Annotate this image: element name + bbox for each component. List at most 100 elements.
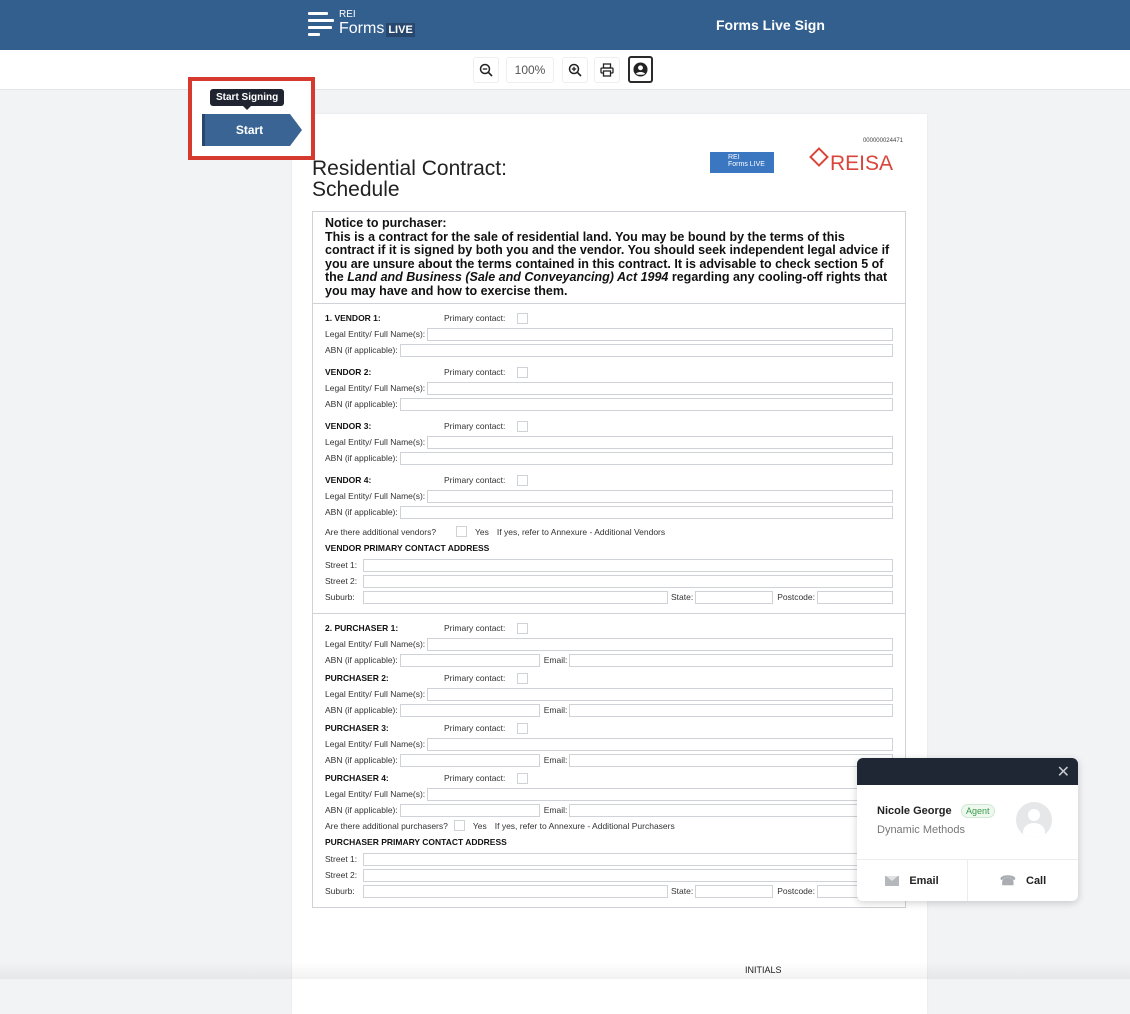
notice-body: This is a contract for the sale of resid…: [325, 229, 890, 298]
street-1-field[interactable]: [363, 558, 893, 572]
zoom-level: 100%: [514, 63, 546, 77]
postcode-field[interactable]: [817, 590, 893, 604]
forms-live-logo: REI Forms LIVE: [308, 10, 415, 38]
phone-icon: ☎: [999, 872, 1016, 888]
email-agent-button[interactable]: Email: [857, 860, 967, 901]
primary-contact-checkbox[interactable]: [517, 474, 529, 486]
primary-contact-checkbox[interactable]: [517, 722, 529, 734]
street-2-field[interactable]: [363, 574, 893, 588]
legal-entity-field[interactable]: [427, 737, 893, 751]
suburb-field[interactable]: [363, 884, 668, 898]
primary-contact-checkbox[interactable]: [517, 622, 529, 634]
party-heading: PURCHASER 4:: [325, 773, 389, 783]
top-bar: REI Forms LIVE Forms Live Sign: [0, 0, 1130, 50]
legal-entity-field[interactable]: [427, 327, 893, 341]
abn-field[interactable]: [399, 505, 893, 519]
state-field[interactable]: [695, 884, 774, 898]
primary-contact-checkbox[interactable]: [517, 772, 529, 784]
primary-contact-checkbox[interactable]: [517, 366, 529, 378]
abn-field[interactable]: [399, 343, 893, 357]
zoom-level-field[interactable]: 100%: [506, 57, 554, 83]
start-signing-tooltip: Start Signing: [210, 89, 285, 110]
purchaser-4-block: PURCHASER 4: Primary contact: Legal Entity…: [325, 770, 893, 818]
start-signing-button[interactable]: Start: [202, 114, 302, 146]
email-field[interactable]: [569, 753, 893, 767]
email-field[interactable]: [569, 703, 893, 717]
vendor-address-title: VENDOR PRIMARY CONTACT ADDRESS: [325, 543, 490, 553]
zoom-in-button[interactable]: [562, 57, 588, 83]
street-2-field[interactable]: [363, 868, 893, 882]
legal-entity-field[interactable]: [427, 787, 893, 801]
print-button[interactable]: [594, 57, 620, 83]
purchaser-2-block: PURCHASER 2: Primary contact: Legal Entity…: [325, 670, 893, 718]
abn-field[interactable]: [399, 703, 540, 717]
primary-contact-checkbox[interactable]: [517, 672, 529, 684]
abn-field[interactable]: [399, 753, 540, 767]
close-icon[interactable]: ✕: [1057, 762, 1070, 782]
state-field[interactable]: [695, 590, 774, 604]
agent-contact-card: ✕ Nicole George Agent Dynamic Methods Em…: [857, 758, 1078, 901]
legal-entity-field[interactable]: [427, 687, 893, 701]
abn-field[interactable]: [399, 653, 540, 667]
additional-purchasers-row: Are there additional purchasers? Yes If …: [325, 820, 675, 831]
suburb-field[interactable]: [363, 590, 668, 604]
purchaser-address-fields: Street 1: Street 2: Suburb: State: Postcode:: [325, 851, 893, 899]
mini-logo-forms: Forms LIVE: [728, 161, 765, 168]
legal-entity-field[interactable]: [427, 489, 893, 503]
contract-form: Notice to purchaser: This is a contract …: [312, 211, 906, 908]
title-line-1: Residential Contract:: [312, 157, 507, 180]
abn-field[interactable]: [399, 803, 540, 817]
reisa-diamond-icon: [809, 147, 829, 167]
zoom-out-icon: [479, 63, 493, 77]
app-title: Forms Live Sign: [716, 17, 825, 33]
bottom-shadow: [0, 962, 1130, 979]
email-field[interactable]: [569, 803, 893, 817]
brand-forms: Forms: [339, 20, 385, 37]
vendor-3-block: VENDOR 3: Primary contact: Legal Entity/ F…: [325, 418, 893, 466]
zoom-out-button[interactable]: [473, 57, 499, 83]
party-heading: PURCHASER 2:: [325, 673, 389, 683]
legal-entity-field[interactable]: [427, 637, 893, 651]
forms-live-mini-logo: REI Forms LIVE: [710, 152, 774, 173]
brand-rei: REI: [339, 9, 356, 20]
abn-field[interactable]: [399, 397, 893, 411]
additional-vendors-checkbox[interactable]: [456, 526, 468, 537]
vendor-2-block: VENDOR 2: Primary contact: Legal Entity/ F…: [325, 364, 893, 412]
purchaser-1-block: 2. PURCHASER 1: Primary contact: Legal Ent…: [325, 620, 893, 668]
vendor-section: 1. VENDOR 1: Primary contact: Legal Entity…: [313, 304, 905, 613]
printer-icon: [600, 63, 614, 77]
party-heading: VENDOR 3:: [325, 421, 372, 431]
party-heading: PURCHASER 3:: [325, 723, 389, 733]
brand-live: LIVE: [386, 23, 415, 37]
document-title: Residential Contract: Schedule: [312, 158, 507, 200]
avatar: [1016, 802, 1052, 838]
document-number: 000000024471: [862, 138, 903, 144]
party-heading: 1. VENDOR 1:: [325, 313, 381, 323]
legal-entity-field[interactable]: [427, 381, 893, 395]
menu-lines-icon: [308, 10, 334, 38]
party-heading: VENDOR 2:: [325, 367, 372, 377]
vendor-1-block: 1. VENDOR 1: Primary contact: Legal Entity…: [325, 310, 893, 358]
vendor-address-fields: Street 1: Street 2: Suburb: State: Postcode:: [325, 557, 893, 605]
party-heading: 2. PURCHASER 1:: [325, 623, 399, 633]
vendor-4-block: VENDOR 4: Primary contact: Legal Entity/ F…: [325, 472, 893, 520]
additional-purchasers-checkbox[interactable]: [453, 820, 465, 831]
purchaser-3-block: PURCHASER 3: Primary contact: Legal Entity…: [325, 720, 893, 768]
profile-button[interactable]: [628, 56, 653, 83]
primary-contact-checkbox[interactable]: [517, 312, 529, 324]
email-field[interactable]: [569, 653, 893, 667]
contact-actions: Email ☎ Call: [857, 859, 1078, 901]
call-agent-button[interactable]: ☎ Call: [967, 860, 1078, 901]
document-page: 000000024471 Residential Contract: Sched…: [292, 114, 927, 1014]
abn-field[interactable]: [399, 451, 893, 465]
zoom-in-icon: [568, 63, 582, 77]
title-line-2: Schedule: [312, 178, 400, 201]
notice-to-purchaser: Notice to purchaser: This is a contract …: [313, 212, 905, 304]
contact-card-header: ✕: [857, 758, 1078, 785]
viewer-toolbar: 100%: [0, 50, 1130, 90]
street-1-field[interactable]: [363, 852, 893, 866]
agent-company: Dynamic Methods: [877, 824, 966, 836]
legal-entity-field[interactable]: [427, 435, 893, 449]
purchaser-address-title: PURCHASER PRIMARY CONTACT ADDRESS: [325, 837, 507, 847]
primary-contact-checkbox[interactable]: [517, 420, 529, 432]
